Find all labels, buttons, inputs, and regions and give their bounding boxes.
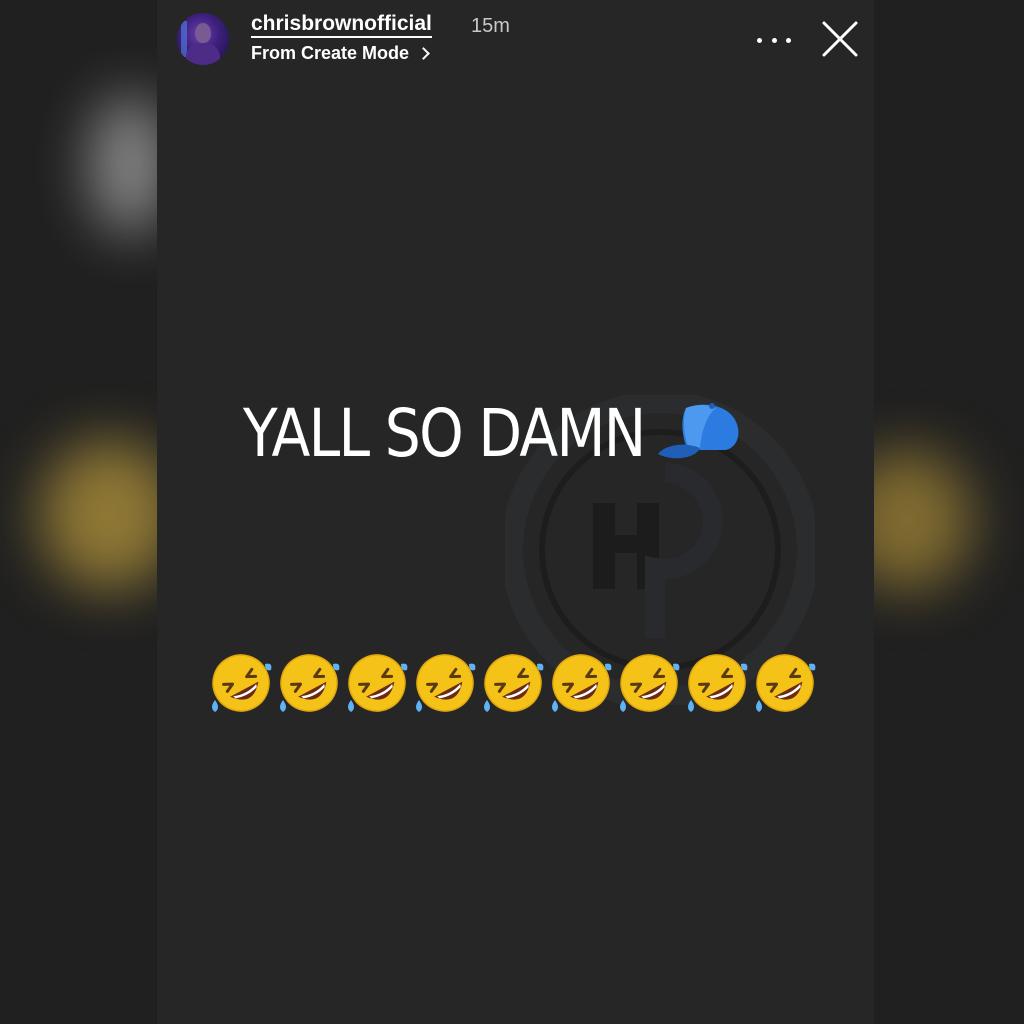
avatar-decor [195, 23, 211, 43]
post-time: 15m [471, 15, 510, 37]
backdrop-glow-gold [872, 450, 972, 590]
rolling-on-floor-laughing-emoji [617, 650, 681, 716]
create-mode-label: From Create Mode [251, 43, 410, 63]
more-options-icon [771, 37, 777, 43]
backdrop-glow-gold [40, 440, 160, 590]
avatar-decor [186, 43, 220, 65]
more-options-icon [786, 37, 791, 43]
rolling-on-floor-laughing-emoji [753, 650, 817, 716]
more-options-button[interactable] [757, 28, 791, 52]
rolling-on-floor-laughing-emoji [481, 650, 545, 716]
rolling-on-floor-laughing-emoji [413, 650, 477, 716]
screen: chrisbrownofficial 15m From Create Mode … [0, 0, 1024, 1024]
laughing-emoji-row [209, 650, 817, 716]
story-headline: YALL SO DAMN [243, 395, 646, 472]
create-mode-link[interactable]: From Create Mode [251, 42, 430, 64]
blurred-backdrop-left [0, 0, 160, 1024]
username-link[interactable]: chrisbrownofficial [251, 12, 432, 38]
rolling-on-floor-laughing-emoji [345, 650, 409, 716]
rolling-on-floor-laughing-emoji [277, 650, 341, 716]
story-header: chrisbrownofficial 15m From Create Mode [157, 0, 874, 80]
rolling-on-floor-laughing-emoji [685, 650, 749, 716]
blurred-backdrop-right [872, 0, 1024, 1024]
close-button[interactable] [821, 20, 859, 58]
rolling-on-floor-laughing-emoji [549, 650, 613, 716]
avatar[interactable] [177, 13, 229, 65]
story-panel[interactable]: chrisbrownofficial 15m From Create Mode … [157, 0, 874, 1024]
backdrop-glow-white [90, 95, 160, 235]
more-options-icon [757, 37, 762, 43]
blue-cap-icon [658, 403, 739, 459]
chevron-right-icon [417, 46, 430, 60]
rolling-on-floor-laughing-emoji [209, 650, 273, 716]
